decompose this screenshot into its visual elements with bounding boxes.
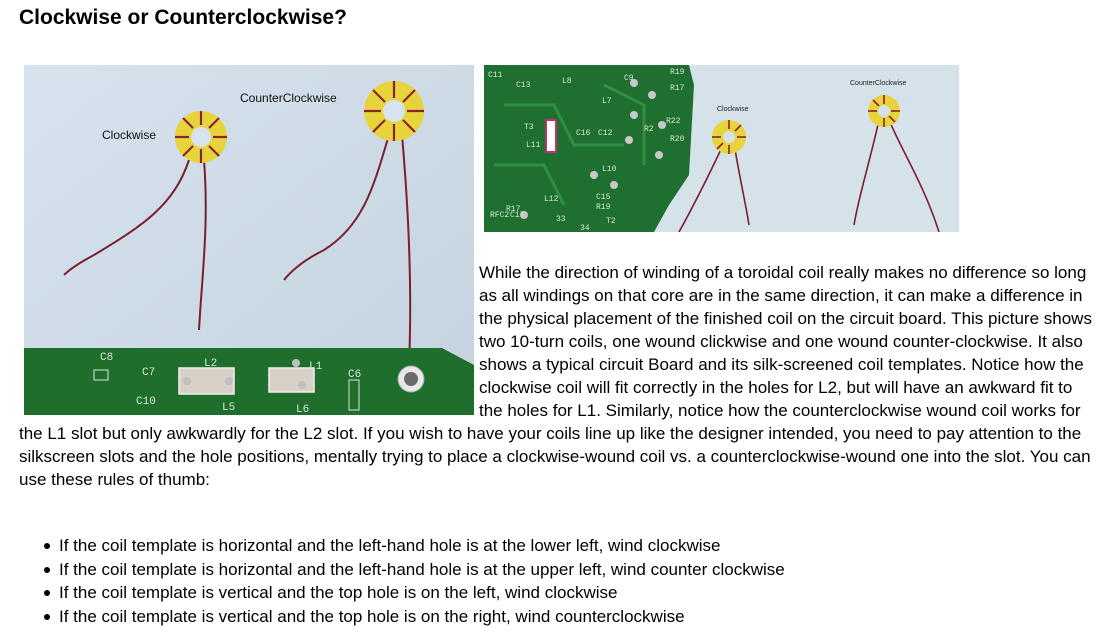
silkscreen-label: T2 bbox=[606, 217, 616, 226]
silkscreen-label: 33 bbox=[556, 215, 566, 224]
silkscreen-label: R2 bbox=[644, 125, 654, 134]
circuit-board-image: C11 C13 L8 C9 R19 R17 L7 L11 C16 C12 R2 … bbox=[484, 65, 694, 232]
list-item: If the coil template is horizontal and t… bbox=[44, 534, 785, 558]
silkscreen-label: C15 bbox=[596, 193, 611, 202]
silkscreen-label: L8 bbox=[562, 77, 572, 86]
silkscreen-label: C17 bbox=[510, 211, 525, 220]
silkscreen-label: L11 bbox=[526, 141, 541, 150]
silkscreen-label: R19 bbox=[596, 203, 611, 212]
silkscreen-label: L12 bbox=[544, 195, 559, 204]
clockwise-label: Clockwise bbox=[717, 106, 749, 113]
silkscreen-label: C9 bbox=[624, 74, 634, 83]
silkscreen-label: 34 bbox=[580, 224, 590, 232]
counterclockwise-label: CounterClockwise bbox=[240, 91, 337, 105]
body-paragraph-container: While the direction of winding of a toro… bbox=[19, 261, 1099, 491]
silkscreen-label: RFC2 bbox=[490, 211, 509, 220]
silkscreen-label: L10 bbox=[602, 165, 617, 174]
silkscreen-label: C16 bbox=[576, 129, 591, 138]
counterclockwise-label: CounterClockwise bbox=[850, 80, 907, 87]
list-item: If the coil template is horizontal and t… bbox=[44, 558, 785, 582]
clockwise-toroid-image bbox=[712, 120, 746, 154]
clockwise-toroid-image bbox=[175, 111, 227, 163]
silkscreen-label: R22 bbox=[666, 117, 681, 126]
silkscreen-label: R19 bbox=[670, 68, 685, 77]
silkscreen-label: T3 bbox=[524, 123, 534, 132]
silkscreen-label: R20 bbox=[670, 135, 685, 144]
list-item: If the coil template is vertical and the… bbox=[44, 605, 785, 629]
silkscreen-label: L7 bbox=[602, 97, 612, 106]
silkscreen-label: C13 bbox=[516, 81, 531, 90]
rules-list: If the coil template is horizontal and t… bbox=[19, 534, 785, 628]
page-title: Clockwise or Counterclockwise? bbox=[19, 6, 347, 29]
counterclockwise-toroid-image bbox=[364, 81, 424, 141]
list-item: If the coil template is vertical and the… bbox=[44, 581, 785, 605]
silkscreen-label: C12 bbox=[598, 129, 613, 138]
board-and-coils-photo: C11 C13 L8 C9 R19 R17 L7 L11 C16 C12 R2 … bbox=[484, 65, 959, 232]
silkscreen-label: C11 bbox=[488, 71, 503, 80]
silkscreen-label: R17 bbox=[670, 84, 685, 93]
counterclockwise-toroid-image bbox=[868, 95, 900, 127]
clockwise-label: Clockwise bbox=[102, 128, 156, 142]
